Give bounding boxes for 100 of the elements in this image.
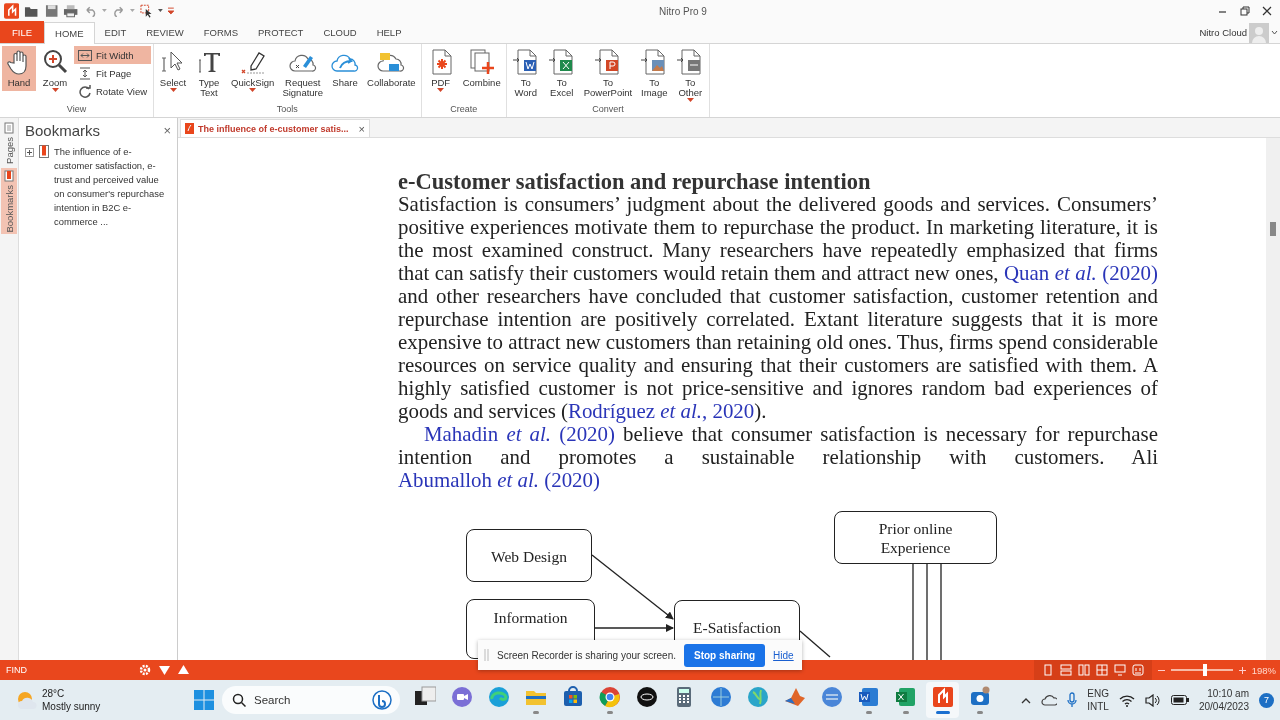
- close-button[interactable]: ×: [358, 122, 365, 135]
- browser-icon: [487, 686, 510, 708]
- panel-title: Bookmarks: [25, 122, 101, 139]
- clock[interactable]: 10:10 am 20/04/2023: [1198, 687, 1249, 713]
- app-logo-icon[interactable]: [4, 3, 20, 19]
- search-field[interactable]: Search: [222, 686, 400, 714]
- ribbon-button[interactable]: Collaborate: [364, 46, 419, 91]
- ribbon-button[interactable]: Combine: [459, 46, 504, 91]
- single-page-icon[interactable]: [1041, 664, 1054, 676]
- volume-icon[interactable]: [1144, 693, 1161, 707]
- caret-icon: [249, 88, 257, 93]
- close-button[interactable]: ×: [163, 123, 171, 138]
- account-label[interactable]: Nitro Cloud: [1199, 27, 1247, 38]
- redo-icon[interactable]: [111, 5, 126, 17]
- citation-link[interactable]: Rodríguez et al., 2020: [568, 399, 755, 423]
- ribbon-button[interactable]: To PowerPoint: [580, 46, 636, 101]
- plus-icon[interactable]: [1238, 666, 1246, 674]
- down-triangle-icon[interactable]: [159, 665, 170, 675]
- caret-icon: [686, 98, 694, 103]
- word-icon: [857, 686, 880, 708]
- file-menu-button[interactable]: FILE: [0, 21, 45, 43]
- ribbon-button[interactable]: Type Text: [192, 46, 227, 101]
- grid-view-icon[interactable]: [1095, 664, 1108, 676]
- monitor-icon[interactable]: [1113, 664, 1126, 676]
- group-label: Convert: [591, 104, 625, 116]
- side-tab[interactable]: Bookmarks: [1, 167, 17, 235]
- ribbon-button[interactable]: Request Signature: [279, 46, 327, 101]
- citation-link[interactable]: Mahadin et al. (2020): [424, 422, 615, 446]
- ribbon-button[interactable]: Zoom: [38, 46, 72, 96]
- ribbon-button[interactable]: Select: [156, 46, 191, 96]
- cloud-icon[interactable]: [1041, 694, 1058, 706]
- menu-tab[interactable]: PROTECT: [248, 22, 314, 43]
- side-tab[interactable]: Pages: [1, 120, 17, 166]
- caret-icon: [51, 88, 59, 93]
- undo-icon[interactable]: [83, 5, 97, 17]
- microphone-icon[interactable]: [1067, 692, 1078, 708]
- customize-caret-icon[interactable]: [168, 7, 174, 15]
- wifi-icon[interactable]: [1118, 693, 1135, 707]
- fit-page-icon: [78, 66, 92, 80]
- ribbon-button[interactable]: Fit Width: [74, 46, 152, 64]
- restore-icon[interactable]: [1240, 6, 1250, 16]
- ribbon-button[interactable]: To Other: [673, 46, 708, 106]
- ribbon-button[interactable]: To Word: [508, 46, 543, 101]
- battery-icon[interactable]: [1170, 695, 1189, 705]
- expand-icon[interactable]: [25, 148, 34, 157]
- caret-icon[interactable]: [158, 9, 164, 13]
- spreadsheet-icon: [894, 686, 917, 708]
- folder-icon[interactable]: [24, 4, 40, 18]
- save-icon[interactable]: [44, 4, 59, 18]
- hide-link[interactable]: Hide: [773, 649, 794, 661]
- paragraph: Satisfaction is consumers’ judgment about the delivered goods and services. Consumers’ positive experiences motivate them to repurchase the product. In marketing literature, it is the most examined construct. Many researchers have repeatedly emphasized that firms that can satisfy their customers would retain them and attract new ones, Quan et al. (2020) and other researchers have concluded that customer satisfaction, customer retention and repurchase intention are positively correlated. Extant literature suggests that it is more expensive to attract new customers than retaining old ones. Thus, firms spend considerable resources on service quality and ensuring that their customers are satisfied with them. A highly satisfied customer is not price-sensitive and ignores random bad experiences of goods and services (Rodríguez et al., 2020).: [398, 193, 1158, 423]
- bookmark-icon: [39, 145, 49, 158]
- two-page-icon[interactable]: [1077, 664, 1090, 676]
- ribbon-button[interactable]: To Image: [637, 46, 672, 101]
- find-label[interactable]: FIND: [0, 665, 67, 675]
- magnifier-icon: [41, 48, 69, 76]
- grip-icon: [484, 649, 489, 661]
- document-tab[interactable]: The influence of e-customer satis... ×: [180, 119, 370, 137]
- up-triangle-icon[interactable]: [178, 665, 189, 675]
- menu-tab[interactable]: HELP: [366, 22, 412, 43]
- citation-link[interactable]: Quan et al. (2020): [1004, 261, 1158, 285]
- ribbon-button[interactable]: Fit Page: [74, 64, 152, 82]
- print-icon[interactable]: [63, 4, 79, 18]
- menu-tab[interactable]: FORMS: [193, 22, 248, 43]
- window-title: Nitro Pro 9: [658, 5, 708, 17]
- ribbon-button[interactable]: To Excel: [544, 46, 579, 101]
- menu-tab[interactable]: REVIEW: [136, 22, 194, 43]
- pdf-icon: [185, 123, 194, 134]
- continuous-icon[interactable]: [1059, 664, 1072, 676]
- menu-tab[interactable]: HOME: [44, 22, 95, 44]
- citation-link[interactable]: Abumalloh et al. (2020): [398, 468, 600, 492]
- caret-icon[interactable]: [1271, 30, 1278, 35]
- camera-icon: [968, 686, 991, 708]
- store-icon: [561, 686, 584, 708]
- notification-badge[interactable]: 7: [1259, 692, 1274, 708]
- group-label: Tools: [275, 104, 299, 116]
- word-document-icon: [511, 48, 540, 76]
- ribbon-button[interactable]: PDF: [423, 46, 458, 96]
- stop-sharing-button[interactable]: Stop sharing: [684, 643, 766, 667]
- select-tool-icon[interactable]: [140, 4, 154, 18]
- spreadsheet-document-icon: [547, 48, 576, 76]
- ribbon-button[interactable]: Rotate View: [74, 82, 152, 100]
- menu-tab[interactable]: CLOUD: [313, 22, 367, 43]
- ribbon-button[interactable]: QuickSign: [228, 46, 278, 96]
- ribbon-button[interactable]: Hand: [2, 46, 36, 91]
- bookmark-item[interactable]: The influence of e-customer satisfaction, e-trust and perceived value on consumer's repurchase intention in B2C e-commerce ...: [54, 145, 166, 229]
- task-view-icon: [413, 686, 436, 708]
- caret-icon: [437, 88, 445, 93]
- scrollbar[interactable]: [1266, 138, 1280, 660]
- start-icon[interactable]: [194, 690, 214, 710]
- menu-tab[interactable]: EDIT: [94, 22, 137, 43]
- chevron-up-icon[interactable]: [1021, 696, 1032, 704]
- full-screen-icon[interactable]: [1131, 664, 1144, 676]
- close-icon[interactable]: [1262, 6, 1272, 16]
- settings-icon[interactable]: [139, 664, 151, 676]
- search-icon: [232, 693, 246, 707]
- slides-document-icon: [593, 48, 622, 76]
- language-indicator[interactable]: ENG INTL: [1087, 687, 1109, 713]
- ribbon-button[interactable]: Share: [328, 46, 363, 91]
- diagram-node: Web Design: [466, 529, 592, 582]
